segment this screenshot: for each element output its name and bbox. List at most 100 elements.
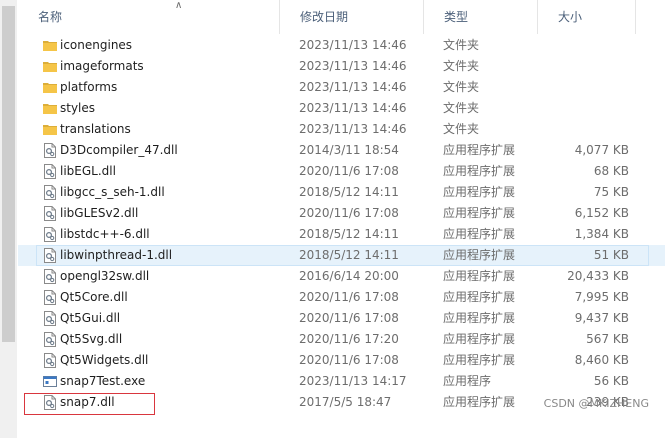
file-type: 应用程序扩展 — [443, 332, 516, 346]
file-row[interactable]: Qt5Widgets.dll 2020/11/6 17:08 应用程序扩展 8,… — [18, 350, 665, 371]
column-header-size[interactable]: 大小 — [538, 0, 636, 34]
file-date: 2020/11/6 17:08 — [299, 206, 399, 220]
file-row[interactable]: libGLESv2.dll 2020/11/6 17:08 应用程序扩展 6,1… — [18, 203, 665, 224]
file-size: 6,152 KB — [574, 206, 629, 220]
file-type: 应用程序扩展 — [443, 395, 516, 409]
file-name: translations — [60, 122, 131, 136]
sort-ascending-icon: ∧ — [175, 0, 183, 11]
file-date: 2020/11/6 17:08 — [299, 311, 399, 325]
file-row[interactable]: Qt5Svg.dll 2020/11/6 17:20 应用程序扩展 567 KB — [18, 329, 665, 350]
file-name: Qt5Svg.dll — [60, 332, 123, 346]
file-size: 9,437 KB — [574, 311, 629, 325]
folder-icon — [43, 101, 57, 116]
file-date: 2023/11/13 14:46 — [299, 80, 407, 94]
file-date: 2014/3/11 18:54 — [299, 143, 399, 157]
file-name: D3Dcompiler_47.dll — [60, 143, 178, 157]
file-name: libEGL.dll — [60, 164, 116, 178]
file-type: 应用程序扩展 — [443, 248, 516, 262]
file-row[interactable]: opengl32sw.dll 2016/6/14 20:00 应用程序扩展 20… — [18, 266, 665, 287]
dll-icon — [43, 143, 57, 158]
file-row[interactable]: libgcc_s_seh-1.dll 2018/5/12 14:11 应用程序扩… — [18, 182, 665, 203]
file-date: 2016/6/14 20:00 — [299, 269, 399, 283]
file-list: iconengines 2023/11/13 14:46 文件夹 imagefo… — [18, 35, 665, 413]
file-date: 2017/5/5 18:47 — [299, 395, 392, 409]
file-row[interactable]: libstdc++-6.dll 2018/5/12 14:11 应用程序扩展 1… — [18, 224, 665, 245]
file-type: 文件夹 — [443, 101, 480, 115]
column-header-type[interactable]: 类型 — [424, 0, 538, 34]
exe-icon — [43, 374, 57, 389]
file-size: 7,995 KB — [574, 290, 629, 304]
file-type: 应用程序扩展 — [443, 185, 516, 199]
file-row[interactable]: snap7Test.exe 2023/11/13 14:17 应用程序 56 K… — [18, 371, 665, 392]
file-name: Qt5Widgets.dll — [60, 353, 149, 367]
file-name: libstdc++-6.dll — [60, 227, 150, 241]
file-type: 应用程序扩展 — [443, 353, 516, 367]
file-row[interactable]: libwinpthread-1.dll 2018/5/12 14:11 应用程序… — [18, 245, 665, 266]
file-type: 应用程序扩展 — [443, 206, 516, 220]
file-size: 20,433 KB — [567, 269, 629, 283]
file-type: 应用程序扩展 — [443, 143, 516, 157]
file-date: 2020/11/6 17:08 — [299, 290, 399, 304]
file-name: opengl32sw.dll — [60, 269, 150, 283]
annotation-highlight-box — [24, 393, 155, 415]
dll-icon — [43, 164, 57, 179]
file-row[interactable]: Qt5Gui.dll 2020/11/6 17:08 应用程序扩展 9,437 … — [18, 308, 665, 329]
file-name: libgcc_s_seh-1.dll — [60, 185, 165, 199]
scrollbar-thumb[interactable] — [2, 6, 15, 342]
file-name: Qt5Core.dll — [60, 290, 128, 304]
watermark: CSDN @MKIZHENG — [543, 397, 649, 410]
file-date: 2020/11/6 17:08 — [299, 353, 399, 367]
dll-icon — [43, 332, 57, 347]
file-row[interactable]: translations 2023/11/13 14:46 文件夹 — [18, 119, 665, 140]
file-name: libGLESv2.dll — [60, 206, 139, 220]
vertical-scrollbar[interactable] — [0, 0, 17, 438]
dll-icon — [43, 290, 57, 305]
dll-icon — [43, 353, 57, 368]
column-header-date-label: 修改日期 — [300, 10, 349, 24]
file-date: 2018/5/12 14:11 — [299, 248, 399, 262]
file-size: 567 KB — [586, 332, 629, 346]
file-type: 应用程序扩展 — [443, 269, 516, 283]
file-size: 51 KB — [593, 248, 629, 262]
dll-icon — [43, 206, 57, 221]
file-row[interactable]: libEGL.dll 2020/11/6 17:08 应用程序扩展 68 KB — [18, 161, 665, 182]
file-date: 2020/11/6 17:08 — [299, 164, 399, 178]
file-date: 2023/11/13 14:17 — [299, 374, 407, 388]
file-type: 文件夹 — [443, 80, 480, 94]
file-date: 2023/11/13 14:46 — [299, 101, 407, 115]
file-name: snap7Test.exe — [60, 374, 146, 388]
file-type: 应用程序扩展 — [443, 290, 516, 304]
dll-icon — [43, 269, 57, 284]
file-type: 应用程序扩展 — [443, 227, 516, 241]
file-type: 文件夹 — [443, 122, 480, 136]
column-header-bar: 名称 ∧ 修改日期 类型 大小 — [18, 0, 665, 34]
column-header-date[interactable]: 修改日期 — [280, 0, 424, 34]
folder-icon — [43, 38, 57, 53]
column-header-size-label: 大小 — [558, 10, 583, 24]
column-header-type-label: 类型 — [444, 10, 469, 24]
file-size: 4,077 KB — [574, 143, 629, 157]
file-type: 文件夹 — [443, 59, 480, 73]
file-row[interactable]: D3Dcompiler_47.dll 2014/3/11 18:54 应用程序扩… — [18, 140, 665, 161]
file-row[interactable]: platforms 2023/11/13 14:46 文件夹 — [18, 77, 665, 98]
folder-icon — [43, 59, 57, 74]
file-type: 应用程序扩展 — [443, 164, 516, 178]
file-date: 2023/11/13 14:46 — [299, 59, 407, 73]
column-header-name-label: 名称 — [38, 10, 63, 24]
file-size: 75 KB — [593, 185, 629, 199]
file-date: 2023/11/13 14:46 — [299, 38, 407, 52]
file-name: libwinpthread-1.dll — [60, 248, 173, 262]
file-name: platforms — [60, 80, 118, 94]
column-header-name[interactable]: 名称 ∧ — [18, 0, 280, 34]
file-row[interactable]: styles 2023/11/13 14:46 文件夹 — [18, 98, 665, 119]
file-type: 应用程序 — [443, 374, 492, 388]
file-row[interactable]: Qt5Core.dll 2020/11/6 17:08 应用程序扩展 7,995… — [18, 287, 665, 308]
file-date: 2020/11/6 17:20 — [299, 332, 399, 346]
file-row[interactable]: imageformats 2023/11/13 14:46 文件夹 — [18, 56, 665, 77]
file-date: 2018/5/12 14:11 — [299, 227, 399, 241]
dll-icon — [43, 185, 57, 200]
dll-icon — [43, 311, 57, 326]
file-row[interactable]: iconengines 2023/11/13 14:46 文件夹 — [18, 35, 665, 56]
file-date: 2023/11/13 14:46 — [299, 122, 407, 136]
file-type: 应用程序扩展 — [443, 311, 516, 325]
